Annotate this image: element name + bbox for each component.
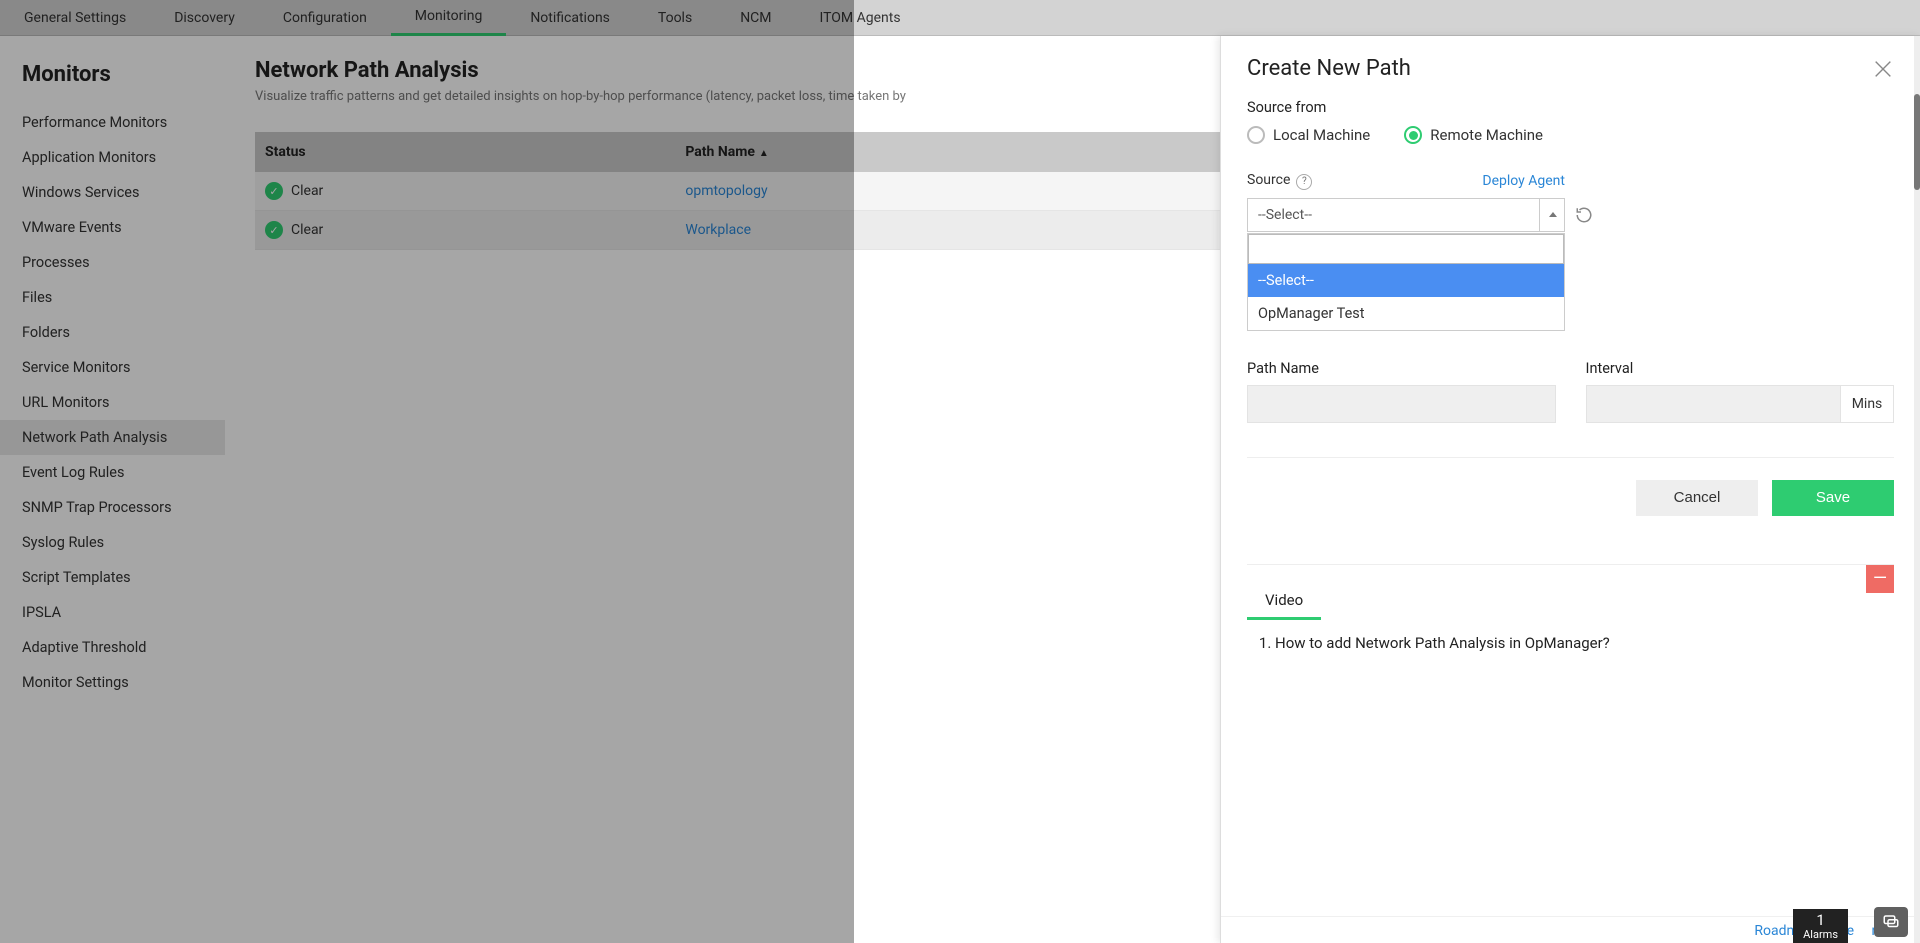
source-label: Source? [1247,172,1312,190]
tab-video[interactable]: Video [1247,583,1321,620]
cancel-button[interactable]: Cancel [1636,480,1758,516]
save-button[interactable]: Save [1772,480,1894,516]
alarms-count: 1 [1803,912,1838,929]
interval-input[interactable] [1586,385,1841,423]
radio-icon [1247,126,1265,144]
source-dropdown-panel: --Select--OpManager Test [1247,233,1565,331]
radio-icon [1404,126,1422,144]
source-select[interactable]: --Select-- --Select--OpManager Test [1247,198,1565,232]
chevron-up-icon[interactable] [1539,198,1565,232]
radio-remote-machine[interactable]: Remote Machine [1404,126,1543,144]
dropdown-search-input[interactable] [1248,234,1564,264]
radio-local-label: Local Machine [1273,126,1370,144]
interval-unit: Mins [1840,385,1894,423]
drawer-scrollbar[interactable] [1914,36,1920,943]
dropdown-option[interactable]: OpManager Test [1248,297,1564,330]
video-link-1[interactable]: How to add Network Path Analysis in OpMa… [1275,634,1894,652]
collapse-icon[interactable]: — [1866,565,1894,593]
source-from-radios: Local Machine Remote Machine [1247,126,1894,144]
modal-backdrop [0,0,854,943]
deploy-agent-link[interactable]: Deploy Agent [1482,173,1565,189]
chat-icon[interactable] [1874,907,1908,937]
create-path-drawer: Create New Path Source from Local Machin… [1220,36,1920,943]
video-section: — Video How to add Network Path Analysis… [1247,564,1894,652]
path-name-input[interactable] [1247,385,1556,423]
path-name-label: Path Name [1247,360,1556,377]
interval-label: Interval [1586,360,1895,377]
alarms-badge[interactable]: 1 Alarms [1793,909,1848,943]
radio-local-machine[interactable]: Local Machine [1247,126,1370,144]
radio-remote-label: Remote Machine [1430,126,1543,144]
alarms-label: Alarms [1803,928,1838,941]
refresh-icon[interactable] [1575,206,1593,224]
source-select-display[interactable]: --Select-- [1247,198,1565,232]
close-icon[interactable] [1872,58,1894,80]
divider [1247,457,1894,458]
source-from-label: Source from [1247,99,1894,116]
drawer-title: Create New Path [1247,56,1411,81]
help-icon[interactable]: ? [1296,174,1312,190]
dropdown-option[interactable]: --Select-- [1248,264,1564,297]
